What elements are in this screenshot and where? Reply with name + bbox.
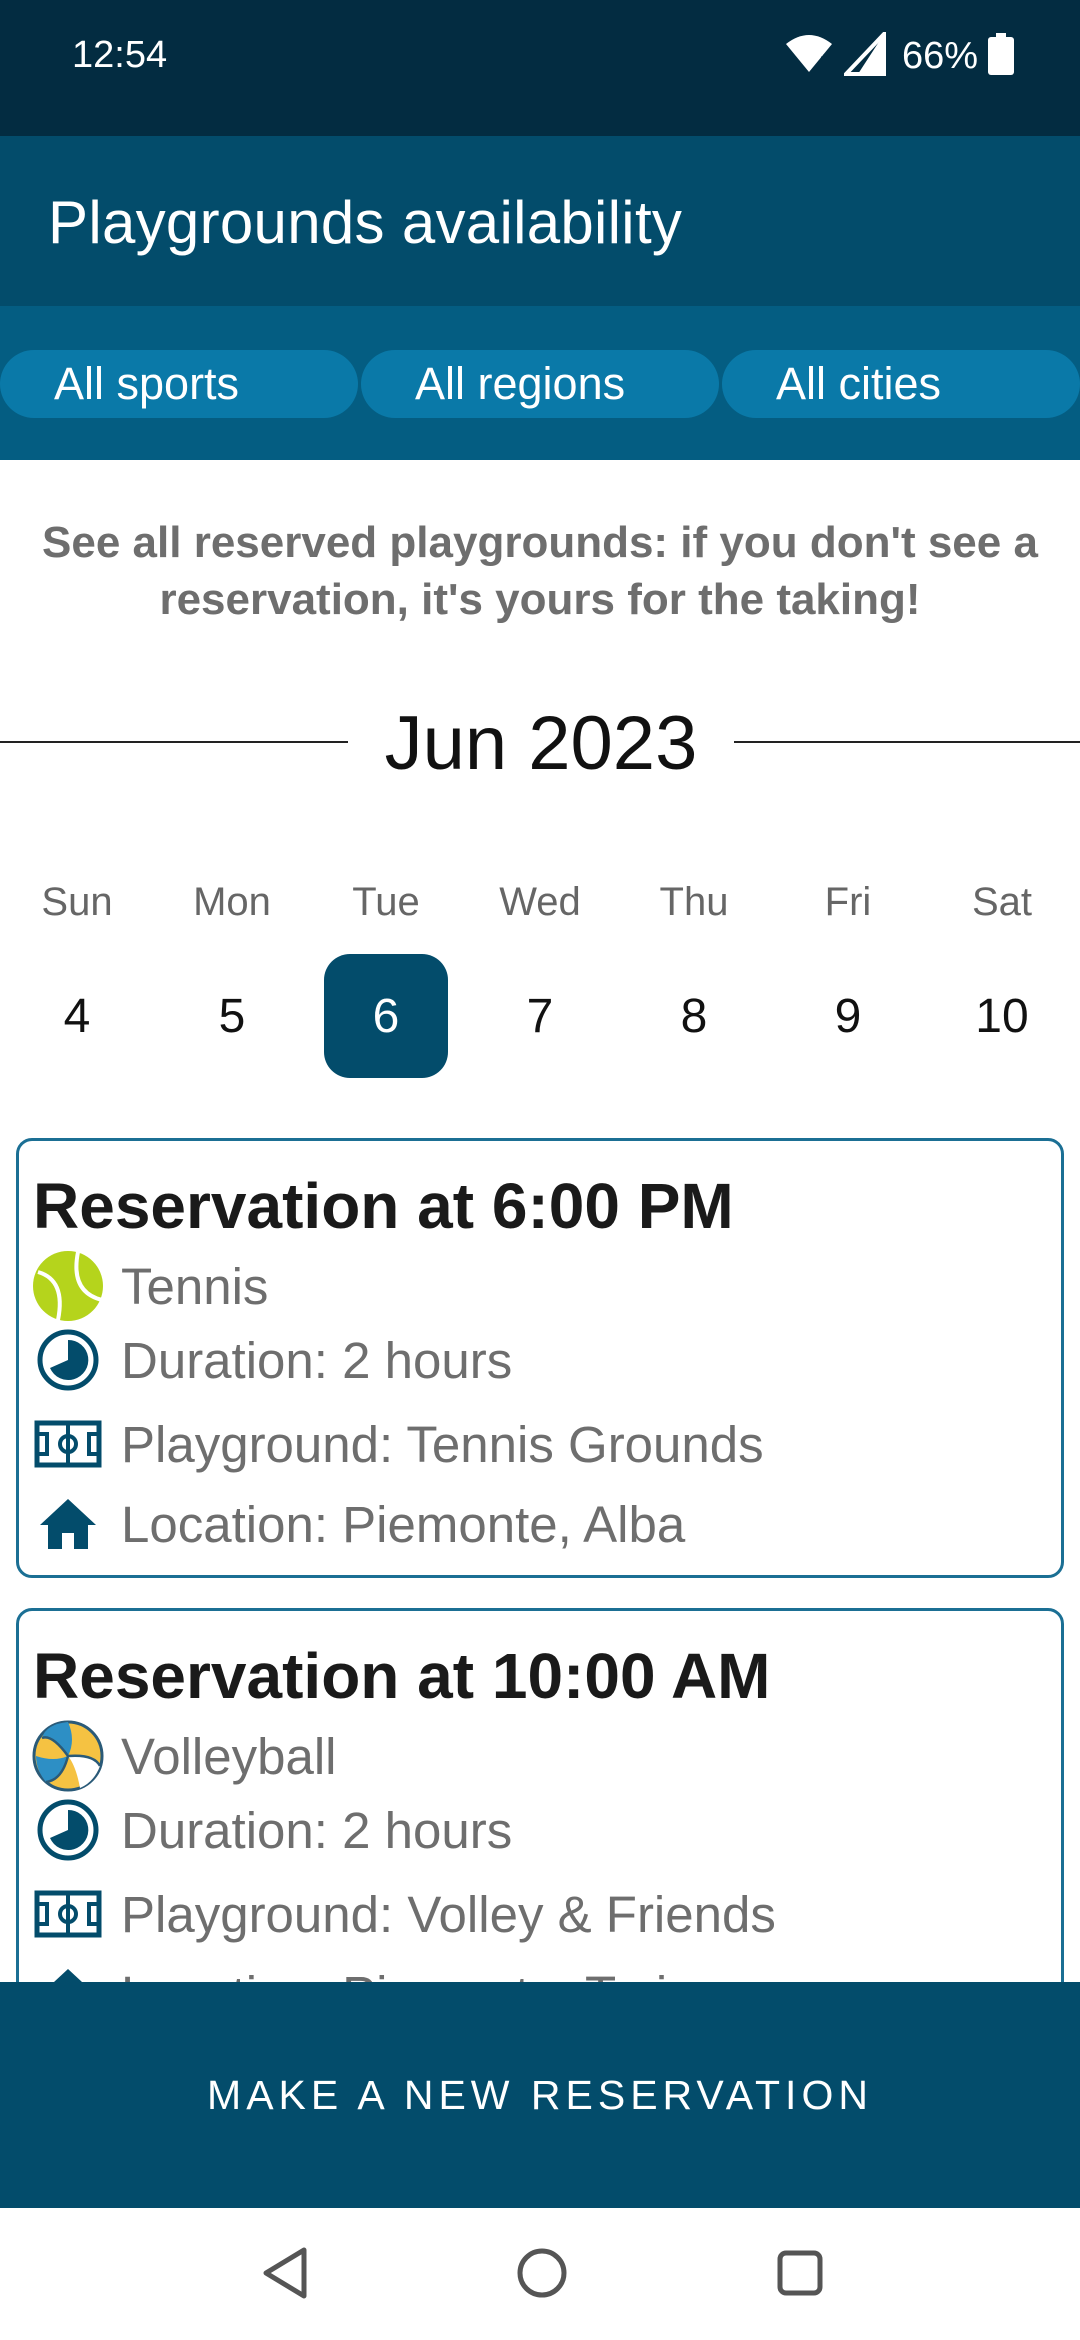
day-number-cell[interactable]: 9 (786, 954, 910, 1078)
battery-icon (988, 32, 1014, 80)
reservation-playground-row: Playground: Tennis Grounds (31, 1407, 764, 1481)
month-divider-right (734, 741, 1080, 743)
day-number-cell[interactable]: 8 (632, 954, 756, 1078)
day-name: Mon (193, 880, 271, 924)
day-name: Sun (41, 880, 113, 924)
filter-regions-chip[interactable]: All regions (361, 350, 719, 418)
day-name: Thu (659, 880, 729, 924)
page-title: Playgrounds availability (48, 189, 683, 256)
day-number-cell[interactable]: 10 (940, 954, 1064, 1078)
reservation-playground: Playground: Tennis Grounds (121, 1415, 764, 1473)
wifi-icon (784, 34, 834, 79)
field-icon (31, 1877, 105, 1951)
clock-icon (31, 1323, 105, 1397)
day-number: 8 (680, 989, 708, 1043)
day-number-cell[interactable]: 4 (15, 954, 139, 1078)
day-number: 10 (975, 989, 1029, 1043)
reservation-sport-row: Volleyball (31, 1719, 336, 1793)
day-number: 7 (526, 989, 554, 1043)
back-icon[interactable] (250, 2238, 320, 2308)
day-name: Tue (352, 880, 420, 924)
reservation-duration: Duration: 2 hours (121, 1331, 513, 1389)
reservation-location-row: Location: Piemonte, Alba (31, 1487, 685, 1561)
cellular-signal-icon (841, 28, 888, 81)
home-icon (31, 1487, 105, 1561)
volleyball-icon (31, 1719, 105, 1793)
clock-icon (31, 1793, 105, 1867)
month-label[interactable]: Jun 2023 (348, 700, 734, 787)
screen: 12:54 66% Playgrounds availability All s… (0, 0, 1080, 2340)
reservation-playground-row: Playground: Volley & Friends (31, 1877, 776, 1951)
status-bar: 12:54 66% (0, 0, 1080, 136)
reservation-card[interactable]: Reservation at 6:00 PM Tennis Duration: … (16, 1138, 1064, 1578)
system-nav-bar (0, 2208, 1080, 2340)
filter-cities-chip[interactable]: All cities (722, 350, 1080, 418)
reservation-duration-row: Duration: 2 hours (31, 1323, 512, 1397)
filter-bar: All sports All regions All cities (0, 306, 1080, 460)
info-hint: See all reserved playgrounds: if you don… (42, 518, 1038, 624)
day-name: Fri (824, 880, 872, 924)
reservation-title: Reservation at 10:00 AM (33, 1640, 771, 1712)
status-icons: 66% (784, 28, 1014, 82)
app-bar: Playgrounds availability (0, 136, 1080, 306)
reservation-duration: Duration: 2 hours (121, 1801, 513, 1859)
recent-apps-icon[interactable] (765, 2238, 835, 2308)
battery-percentage: 66% (901, 34, 978, 77)
tennis-ball-icon (31, 1249, 105, 1323)
reservation-duration-row: Duration: 2 hours (31, 1793, 512, 1867)
day-number-cell[interactable]: 6 (324, 954, 448, 1078)
new-reservation-button[interactable]: MAKE A NEW RESERVATION (0, 1982, 1080, 2208)
day-number: 6 (372, 989, 400, 1043)
day-number: 9 (834, 989, 862, 1043)
field-icon (31, 1407, 105, 1481)
reservation-title: Reservation at 6:00 PM (33, 1170, 734, 1242)
reservation-playground: Playground: Volley & Friends (121, 1885, 776, 1943)
reservation-sport-row: Tennis (31, 1249, 268, 1323)
reservation-location: Location: Piemonte, Alba (121, 1495, 686, 1553)
day-number-cell[interactable]: 5 (170, 954, 294, 1078)
month-header: Jun 2023 (0, 700, 1080, 790)
filter-sports-chip[interactable]: All sports (0, 350, 358, 418)
reservation-sport: Tennis (121, 1257, 269, 1315)
day-name: Sat (971, 880, 1033, 924)
day-number-cell[interactable]: 7 (478, 954, 602, 1078)
reservation-sport: Volleyball (121, 1727, 337, 1785)
day-name: Wed (499, 880, 581, 924)
month-divider-left (0, 741, 348, 743)
home-nav-icon[interactable] (507, 2238, 577, 2308)
day-number: 4 (63, 989, 91, 1043)
status-time: 12:54 (72, 34, 168, 76)
day-number: 5 (218, 989, 246, 1043)
